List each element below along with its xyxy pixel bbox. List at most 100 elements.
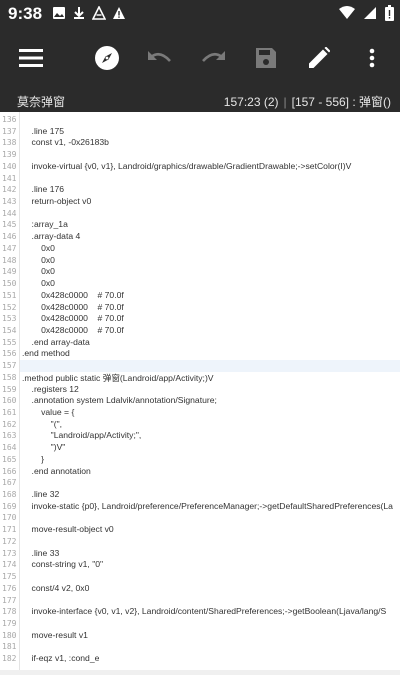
code-line[interactable]: 160 .annotation system Ldalvik/annotatio… [0,395,400,407]
code-line[interactable]: 149 0x0 [0,266,400,278]
line-number: 164 [2,443,17,453]
code-line[interactable]: 171 move-result-object v0 [0,524,400,536]
code-line[interactable]: 166 .end annotation [0,466,400,478]
line-code: invoke-interface {v0, v1, v2}, Landroid/… [22,606,387,617]
code-line[interactable]: 169 invoke-static {p0}, Landroid/prefere… [0,501,400,513]
code-line[interactable]: 154 0x428c0000 # 70.0f [0,325,400,337]
notification-icons [52,6,126,20]
separator: | [283,95,287,109]
code-line[interactable]: 155 .end array-data [0,337,400,349]
code-line[interactable]: 152 0x428c0000 # 70.0f [0,302,400,314]
line-code: move-result v1 [22,629,88,640]
code-line[interactable]: 145 :array_1a [0,219,400,231]
compass-icon [95,46,119,70]
code-line[interactable]: 159 .registers 12 [0,384,400,396]
signal-icon [364,7,376,19]
code-line[interactable]: 158 .method public static 弹窗(Landroid/app… [0,372,400,384]
more-vert-icon [369,48,375,68]
code-line[interactable]: 168 .line 32 [0,489,400,501]
code-line[interactable]: 181 [0,641,400,653]
code-line[interactable]: 162 "(", [0,419,400,431]
line-number: 142 [2,185,17,195]
code-line[interactable]: 144 [0,208,400,220]
code-line[interactable]: 173 .line 33 [0,548,400,560]
wifi-icon [339,6,355,19]
code-line[interactable]: 143 return-object v0 [0,196,400,208]
line-number: 156 [2,349,17,359]
code-line[interactable]: 163 "Landroid/app/Activity;", [0,430,400,442]
line-number: 175 [2,572,17,582]
code-line[interactable]: 136 [0,114,400,126]
line-number: 182 [2,654,17,664]
line-number: 148 [2,255,17,265]
code-line[interactable]: 151 0x428c0000 # 70.0f [0,290,400,302]
image-icon [53,7,65,19]
line-number: 158 [2,372,17,382]
line-number: 139 [2,150,17,160]
toolbar [0,28,400,88]
code-line[interactable]: 167 [0,477,400,489]
code-line[interactable]: 138 const v1, -0x26183b [0,137,400,149]
line-number: 176 [2,583,17,593]
status-time: 9:38 [8,4,43,23]
code-line[interactable]: 153 0x428c0000 # 70.0f [0,313,400,325]
code-line[interactable]: 177 [0,595,400,607]
line-code: if-eqz v1, :cond_e [22,653,100,664]
line-code: :array_1a [22,219,68,230]
code-line[interactable]: 182 if-eqz v1, :cond_e [0,653,400,665]
line-number: 168 [2,490,17,500]
line-number: 149 [2,267,17,277]
code-line[interactable]: 180 move-result v1 [0,630,400,642]
code-line[interactable]: 147 0x0 [0,243,400,255]
code-line[interactable]: 140 invoke-virtual {v0, v1}, Landroid/gr… [0,161,400,173]
code-line[interactable]: 139 [0,149,400,161]
code-line[interactable]: 146 .array-data 4 [0,231,400,243]
current-line-highlight [20,360,400,372]
line-number: 144 [2,208,17,218]
bottom-edge [0,670,400,675]
code-line[interactable]: 137 .line 175 [0,126,400,138]
code-line[interactable]: 179 [0,618,400,630]
line-number: 137 [2,126,17,136]
code-editor[interactable]: 136 137 .line 175 138 const v1, -0x26183b 1… [0,112,400,675]
code-line[interactable]: 176 const/4 v2, 0x0 [0,583,400,595]
code-line[interactable]: 156 .end method [0,348,400,360]
code-line[interactable]: 161 value = { [0,407,400,419]
code-line[interactable]: 157 [0,360,400,372]
code-line[interactable]: 170 [0,512,400,524]
line-code: .line 176 [22,184,65,195]
line-number: 174 [2,560,17,570]
code-line[interactable]: 164 ")V" [0,442,400,454]
line-code: 0x428c0000 # 70.0f [22,313,124,324]
line-code: "(", [22,418,63,429]
code-line[interactable]: 165 } [0,454,400,466]
status-bar: 9:38 [0,0,400,28]
line-code: .array-data 4 [22,231,81,242]
save-button[interactable] [248,40,284,76]
code-line[interactable]: 178 invoke-interface {v0, v1, v2}, Landr… [0,606,400,618]
undo-button[interactable] [142,40,178,76]
line-code: const/4 v2, 0x0 [22,582,90,593]
line-number: 155 [2,337,17,347]
more-options-button[interactable] [354,40,390,76]
menu-button[interactable] [13,40,49,76]
code-line[interactable]: 141 [0,173,400,185]
line-code: const-string v1, "0" [22,559,104,570]
line-number: 146 [2,232,17,242]
line-code: "Landroid/app/Activity;", [22,430,142,441]
code-line[interactable]: 142 .line 176 [0,184,400,196]
redo-button[interactable] [195,40,231,76]
code-line[interactable]: 148 0x0 [0,255,400,267]
line-code: .line 33 [22,547,60,558]
line-code: .line 175 [22,125,65,136]
code-line[interactable]: 172 [0,536,400,548]
line-code: 0x0 [22,242,55,253]
line-number: 178 [2,607,17,617]
code-line[interactable]: 174 const-string v1, "0" [0,559,400,571]
code-line[interactable]: 175 [0,571,400,583]
navigate-button[interactable] [89,40,125,76]
edit-button[interactable] [301,40,337,76]
cursor-info: 157:23 (2) | [157 - 556] : 弹窗() [224,93,391,110]
line-number: 171 [2,525,17,535]
code-line[interactable]: 150 0x0 [0,278,400,290]
